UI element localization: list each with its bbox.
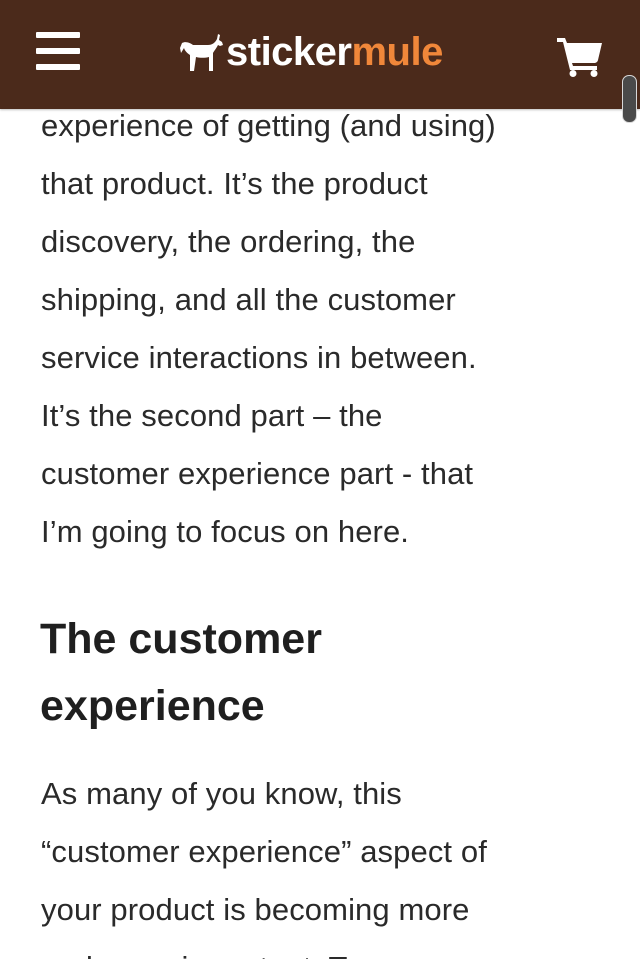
article-paragraph: experience of getting (and using) that p…: [41, 108, 496, 549]
section-heading: The customer experience: [40, 615, 322, 730]
mule-logo-icon: [180, 34, 223, 71]
site-header: sticker mule: [0, 0, 640, 109]
hamburger-menu-icon[interactable]: [36, 32, 82, 74]
shopping-cart-icon[interactable]: [556, 35, 604, 77]
scrollbar-thumb[interactable]: [622, 75, 637, 123]
brand-name-mule: mule: [351, 30, 443, 74]
article-content: experience of getting (and using) that p…: [0, 0, 640, 959]
brand-name-sticker: sticker: [226, 30, 352, 74]
stickermule-logo[interactable]: sticker mule: [178, 28, 443, 76]
article-paragraph-2: As many of you know, this “customer expe…: [41, 776, 487, 959]
